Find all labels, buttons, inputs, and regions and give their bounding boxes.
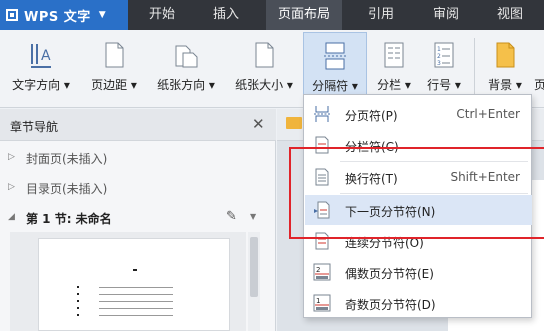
nav-item-toc[interactable]: ▷ 目录页(未插入)	[0, 173, 276, 203]
menu-item-even-page-section[interactable]: 2 偶数页分节符(E)	[305, 257, 532, 287]
menu-bar: WPS 文字 ▼ 开始 插入 页面布局 引用 审阅 视图	[0, 0, 544, 30]
ribbon-divider	[474, 38, 475, 100]
orientation-button[interactable]: 纸张方向 ▾	[148, 32, 224, 106]
nav-item-section-1[interactable]: ◢ 第 1 节: 未命名 ✎ ▼	[0, 203, 276, 233]
breaks-icon	[324, 42, 346, 70]
page-border-button[interactable]: 页	[532, 32, 544, 106]
text-direction-label: 文字方向 ▾	[12, 78, 70, 92]
line-numbers-icon: 1 2 3	[434, 42, 454, 68]
page-thumbnail[interactable]	[38, 238, 230, 331]
thumbnail-preview	[77, 269, 173, 316]
orientation-label: 纸张方向 ▾	[157, 78, 215, 92]
svg-text:1: 1	[437, 46, 441, 53]
tab-review[interactable]: 审阅	[420, 0, 472, 30]
orientation-icon	[175, 45, 198, 68]
svg-text:2: 2	[316, 266, 320, 274]
background-label: 背景 ▾	[488, 78, 522, 92]
nav-scrollbar-thumb[interactable]	[250, 237, 258, 297]
margins-button[interactable]: 页边距 ▾	[82, 32, 146, 106]
app-title: WPS 文字	[24, 9, 91, 25]
margins-label: 页边距 ▾	[91, 78, 137, 92]
menu-item-label: 奇数页分节符(D)	[345, 298, 436, 312]
app-menu-button[interactable]: WPS 文字 ▼	[0, 0, 128, 30]
tab-references[interactable]: 引用	[356, 0, 406, 30]
text-direction-button[interactable]: A 文字方向 ▾	[2, 32, 80, 106]
nav-item-cover[interactable]: ▷ 封面页(未插入)	[0, 143, 276, 173]
wps-logo-icon	[6, 9, 18, 21]
menu-item-label: 分页符(P)	[345, 109, 398, 123]
page-thumbnail-area	[10, 232, 246, 331]
chevron-down-icon[interactable]: ▼	[250, 212, 256, 221]
paper-size-label: 纸张大小 ▾	[235, 78, 293, 92]
collapse-arrow-icon[interactable]: ◢	[8, 212, 15, 222]
odd-page-section-icon: 1	[313, 294, 331, 312]
svg-text:3: 3	[437, 60, 441, 67]
page-border-label: 页	[534, 78, 544, 92]
margins-icon	[105, 42, 124, 68]
nav-item-label: 封面页(未插入)	[26, 152, 108, 166]
nav-item-label: 目录页(未插入)	[26, 182, 108, 196]
expand-arrow-icon[interactable]: ▷	[8, 182, 15, 192]
paper-size-icon	[255, 42, 274, 68]
chevron-down-icon: ▼	[98, 10, 106, 20]
separator-label: 分隔符 ▾	[312, 79, 358, 93]
menu-item-label: 偶数页分节符(E)	[345, 267, 434, 281]
tab-insert[interactable]: 插入	[200, 0, 252, 30]
chapter-navigation-panel: 章节导航 ✕ ▷ 封面页(未插入) ▷ 目录页(未插入) ◢ 第 1 节: 未命…	[0, 109, 276, 331]
menu-item-shortcut: Ctrl+Enter	[456, 107, 520, 121]
close-icon[interactable]: ✕	[252, 115, 265, 133]
folder-icon[interactable]	[286, 117, 302, 129]
even-page-section-icon: 2	[313, 263, 331, 281]
columns-icon	[384, 42, 404, 68]
background-icon	[496, 42, 515, 68]
svg-text:2: 2	[437, 53, 441, 60]
page-break-icon	[314, 106, 330, 122]
menu-item-page-break[interactable]: 分页符(P) Ctrl+Enter	[305, 99, 532, 129]
nav-item-label: 第 1 节: 未命名	[26, 212, 112, 226]
tab-page-layout[interactable]: 页面布局	[266, 0, 342, 30]
expand-arrow-icon[interactable]: ▷	[8, 152, 15, 162]
svg-text:1: 1	[316, 297, 320, 305]
nav-panel-title: 章节导航	[10, 120, 59, 134]
line-numbers-label: 行号 ▾	[427, 78, 461, 92]
tab-view[interactable]: 视图	[484, 0, 536, 30]
edit-pencil-icon[interactable]: ✎	[226, 209, 237, 224]
text-direction-icon: A	[31, 44, 51, 68]
paper-size-button[interactable]: 纸张大小 ▾	[226, 32, 302, 106]
nav-panel-header: 章节导航 ✕	[0, 109, 276, 141]
svg-text:A: A	[41, 48, 51, 64]
columns-label: 分栏 ▾	[377, 78, 411, 92]
highlight-annotation-box	[289, 147, 544, 239]
tab-home[interactable]: 开始	[136, 0, 188, 30]
menu-item-odd-page-section[interactable]: 1 奇数页分节符(D)	[305, 288, 532, 318]
